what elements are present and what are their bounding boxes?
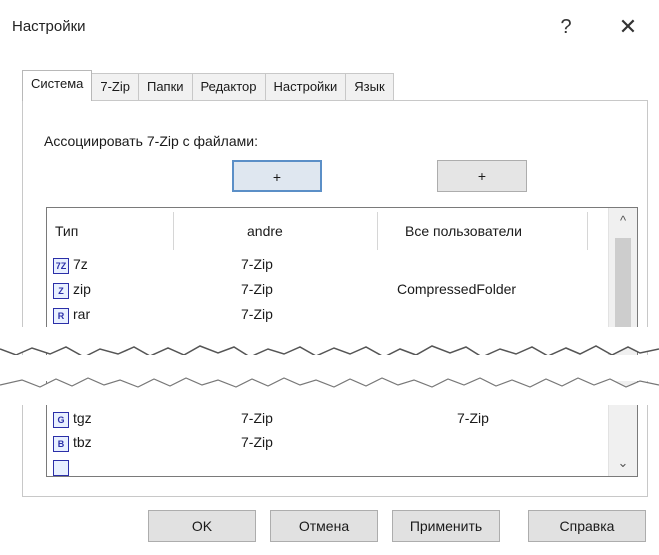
associate-label: Ассоциировать 7-Zip с файлами: bbox=[44, 133, 258, 149]
list-row[interactable]: 7Z 7z 7-Zip bbox=[47, 256, 607, 277]
list-row[interactable]: G tgz 7-Zip 7-Zip bbox=[47, 410, 607, 431]
archive-file-icon: B bbox=[53, 436, 69, 452]
close-icon[interactable]: ✕ bbox=[612, 12, 644, 42]
tab-editor[interactable]: Редактор bbox=[191, 73, 266, 101]
archive-file-icon: Z bbox=[53, 283, 69, 299]
list-row-partial[interactable] bbox=[47, 458, 607, 476]
archive-file-icon: 7Z bbox=[53, 258, 69, 274]
row-extension: rar bbox=[73, 306, 91, 322]
row-user-app: 7-Zip bbox=[241, 410, 273, 426]
help-button[interactable]: ? bbox=[550, 12, 582, 42]
row-extension: tbz bbox=[73, 434, 92, 450]
column-type[interactable]: Тип bbox=[55, 208, 78, 256]
scrollbar-thumb[interactable] bbox=[615, 238, 631, 336]
column-divider bbox=[587, 212, 588, 250]
column-divider bbox=[377, 212, 378, 250]
tab-language[interactable]: Язык bbox=[345, 73, 394, 101]
list-header: Тип andre Все пользователи bbox=[47, 208, 607, 256]
ok-button[interactable]: OK bbox=[148, 510, 256, 542]
cancel-button[interactable]: Отмена bbox=[270, 510, 378, 542]
apply-button[interactable]: Применить bbox=[392, 510, 500, 542]
scroll-up-icon[interactable]: ^ bbox=[609, 210, 637, 232]
tab-7zip[interactable]: 7-Zip bbox=[91, 73, 139, 101]
list-row[interactable]: B tbz 7-Zip bbox=[47, 434, 607, 455]
row-all-users-app: 7-Zip bbox=[457, 410, 489, 426]
tab-bar: Система 7-Zip Папки Редактор Настройки Я… bbox=[22, 70, 394, 101]
row-extension: zip bbox=[73, 281, 91, 297]
tab-system[interactable]: Система bbox=[22, 70, 93, 101]
help-footer-button[interactable]: Справка bbox=[528, 510, 646, 542]
window-title: Настройки bbox=[12, 18, 86, 35]
row-extension: 7z bbox=[73, 256, 88, 272]
column-all-users[interactable]: Все пользователи bbox=[405, 208, 522, 256]
row-user-app: 7-Zip bbox=[241, 281, 273, 297]
archive-file-icon: G bbox=[53, 412, 69, 428]
tab-settings[interactable]: Настройки bbox=[264, 73, 347, 101]
row-user-app: 7-Zip bbox=[241, 256, 273, 272]
row-extension: tgz bbox=[73, 410, 92, 426]
torn-edge-divider bbox=[0, 327, 659, 405]
row-user-app: 7-Zip bbox=[241, 434, 273, 450]
column-divider bbox=[173, 212, 174, 250]
settings-dialog: Настройки ? ✕ Система 7-Zip Папки Редакт… bbox=[0, 0, 659, 555]
row-user-app: 7-Zip bbox=[241, 306, 273, 322]
associate-user-button[interactable]: + bbox=[232, 160, 322, 192]
scroll-down-icon[interactable]: ⌄ bbox=[609, 452, 637, 474]
list-row[interactable]: R rar 7-Zip bbox=[47, 306, 607, 327]
column-user[interactable]: andre bbox=[247, 208, 283, 256]
tab-folders[interactable]: Папки bbox=[137, 73, 193, 101]
archive-file-icon bbox=[53, 460, 69, 476]
row-all-users-app: CompressedFolder bbox=[397, 281, 517, 297]
associate-all-users-button[interactable]: + bbox=[437, 160, 527, 192]
archive-file-icon: R bbox=[53, 308, 69, 324]
list-row[interactable]: Z zip 7-Zip CompressedFolder bbox=[47, 281, 607, 302]
